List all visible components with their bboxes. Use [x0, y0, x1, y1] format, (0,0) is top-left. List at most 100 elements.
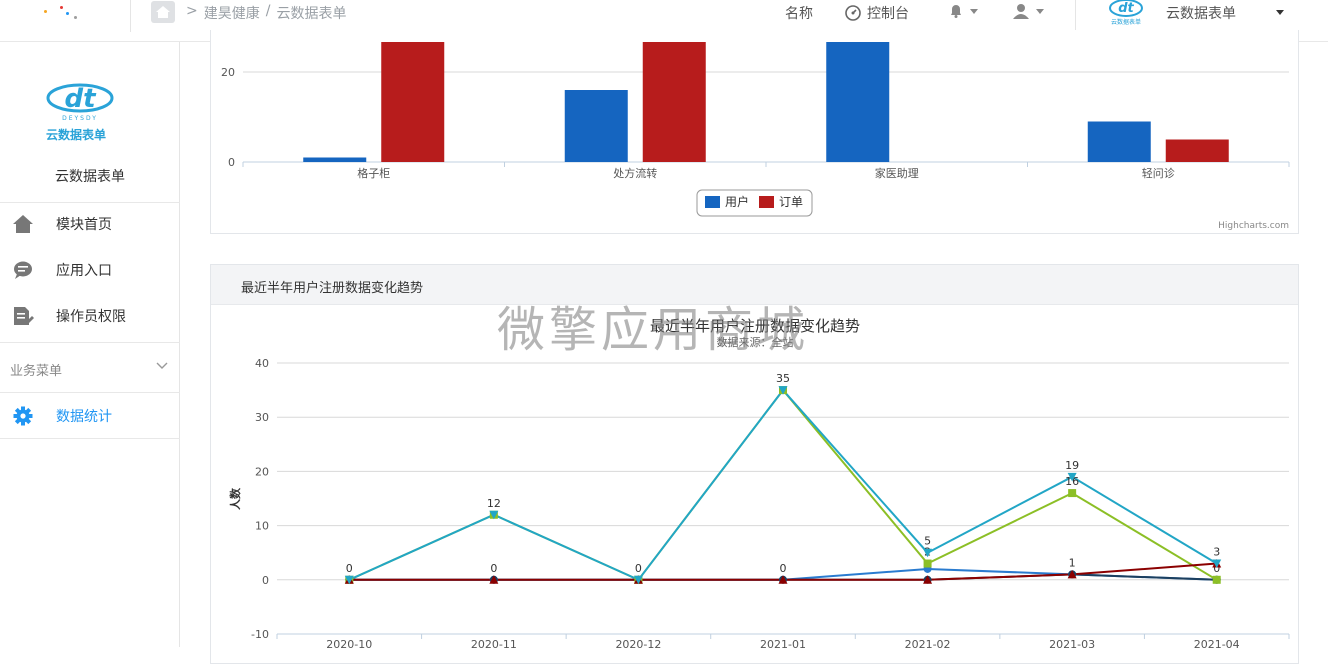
data-label: 3	[1213, 546, 1220, 559]
legend-item: 用户	[725, 194, 749, 209]
app-name[interactable]: 云数据表单	[1166, 3, 1236, 23]
line-x-tick-label: 2021-02	[905, 638, 951, 651]
sidebar-item-data-statistics[interactable]: 数据统计	[0, 396, 180, 436]
breadcrumb-separator-icon: >	[186, 3, 198, 19]
bar-x-tick-label: 家医助理	[875, 166, 919, 180]
breadcrumb-item[interactable]: 建昊健康	[204, 3, 260, 23]
app-dropdown[interactable]	[1276, 10, 1284, 15]
bar	[564, 90, 628, 162]
user-dropdown[interactable]	[1012, 3, 1044, 19]
bar-legend: 用户 订单	[696, 189, 813, 217]
notifications-dropdown[interactable]	[948, 3, 978, 19]
app-name-label: 云数据表单	[1166, 6, 1236, 22]
name-link[interactable]: 名称	[785, 3, 813, 23]
chart-subtitle: 数据来源：全站	[717, 335, 794, 349]
app-switcher[interactable]: dt 云数据表单	[1108, 0, 1144, 26]
bell-icon	[951, 5, 961, 18]
data-label: 19	[1065, 459, 1079, 472]
data-label: 5	[924, 535, 931, 548]
line-y-tick-label: 0	[262, 574, 269, 587]
line-chart: 最近半年用户注册数据变化趋势数据来源：全站人数-100102030402020-…	[228, 317, 1290, 651]
home-breadcrumb-button[interactable]	[151, 1, 175, 23]
home-icon	[13, 215, 33, 233]
line-x-tick-label: 2021-04	[1194, 638, 1240, 651]
gear-icon	[13, 406, 33, 426]
data-point	[1212, 575, 1221, 584]
dt-logo-icon: dt DEYSDY	[46, 83, 114, 122]
data-label: 1	[1069, 556, 1076, 569]
sidebar: dt DEYSDY 云数据表单 云数据表单 模块首页 应用入口 操作员权限 业务…	[0, 42, 180, 647]
bar-x-tick-label: 格子柜	[357, 166, 390, 180]
bar	[1165, 139, 1229, 162]
document-edit-icon	[14, 307, 34, 325]
sidebar-item-label: 数据统计	[56, 409, 112, 425]
bar-x-tick-label: 处方流转	[613, 166, 657, 180]
sidebar-item-label: 应用入口	[56, 263, 112, 279]
data-label: 35	[776, 372, 790, 385]
dashboard-icon	[845, 5, 861, 21]
bar	[1087, 121, 1151, 162]
chart-title: 最近半年用户注册数据变化趋势	[650, 317, 860, 335]
sidebar-item-operator-permissions[interactable]: 操作员权限	[0, 296, 180, 336]
data-point	[923, 559, 932, 568]
line-y-tick-label: -10	[251, 628, 269, 641]
bar	[303, 157, 367, 162]
bar	[826, 42, 890, 162]
console-label: 控制台	[867, 6, 909, 22]
line-y-tick-label: 20	[255, 465, 269, 478]
panel-title: 最近半年用户注册数据变化趋势	[241, 281, 424, 296]
line-x-tick-label: 2020-11	[471, 638, 517, 651]
bar	[642, 42, 706, 162]
line-y-tick-label: 40	[255, 357, 269, 370]
chevron-down-icon	[970, 8, 978, 14]
sidebar-group-business-menu[interactable]: 业务菜单	[10, 360, 62, 379]
sidebar-title: 云数据表单	[55, 169, 125, 185]
bar-chart-panel: 0 20 格子柜 处方流转 家医助理 轻问诊用户 订单 Highcharts.com	[210, 30, 1299, 234]
breadcrumb-divider: /	[265, 3, 271, 19]
bar-x-tick-label: 轻问诊	[1142, 166, 1175, 180]
chat-icon	[14, 261, 32, 279]
legend-item: 订单	[779, 195, 803, 209]
chevron-down-icon	[1036, 8, 1044, 14]
svg-text:dt: dt	[1118, 1, 1134, 16]
series-line	[348, 388, 1218, 582]
y-axis-title: 人数	[228, 487, 242, 510]
data-label: 0	[635, 562, 642, 575]
data-label: 0	[490, 562, 497, 575]
user-icon	[1013, 4, 1029, 19]
legend-symbol	[759, 196, 774, 208]
bar	[381, 42, 445, 162]
line-x-tick-label: 2021-03	[1049, 638, 1095, 651]
line-y-tick-label: 30	[255, 411, 269, 424]
svg-text:DEYSDY: DEYSDY	[62, 115, 98, 122]
logo-text: 云数据表单	[46, 128, 107, 142]
highcharts-credits: Highcharts.com	[1218, 221, 1289, 231]
bar-y-tick-label: 20	[221, 66, 235, 79]
caret-down-icon	[1276, 10, 1284, 15]
line-x-tick-label: 2021-01	[760, 638, 806, 651]
legend-symbol	[705, 196, 720, 208]
data-point	[1068, 489, 1077, 498]
sidebar-item-app-entry[interactable]: 应用入口	[0, 250, 180, 290]
sidebar-item-label: 操作员权限	[56, 309, 126, 325]
chevron-down-icon[interactable]	[156, 360, 168, 372]
logo: dt DEYSDY	[44, 78, 116, 130]
bar-y-tick-label: 0	[228, 156, 235, 169]
panel-header: 最近半年用户注册数据变化趋势	[211, 265, 1298, 305]
data-label: 12	[487, 497, 501, 510]
breadcrumb: > 建昊健康 / 云数据表单	[186, 3, 346, 23]
name-label: 名称	[785, 6, 813, 22]
line-y-tick-label: 10	[255, 520, 269, 533]
home-icon	[156, 6, 170, 18]
data-label: 0	[346, 562, 353, 575]
breadcrumb-item[interactable]: 云数据表单	[276, 3, 346, 23]
svg-text:云数据表单: 云数据表单	[1111, 18, 1141, 26]
sidebar-item-module-home[interactable]: 模块首页	[0, 204, 180, 244]
console-link[interactable]: 控制台	[845, 3, 909, 23]
svg-text:dt: dt	[64, 84, 97, 114]
logo-fragment	[44, 6, 84, 20]
app-logo-icon: dt 云数据表单	[1109, 0, 1143, 26]
sidebar-item-label: 模块首页	[56, 217, 112, 233]
data-label: 0	[780, 562, 787, 575]
bar-chart: 0 20 格子柜 处方流转 家医助理 轻问诊用户 订单 Highcharts.com	[221, 42, 1290, 231]
